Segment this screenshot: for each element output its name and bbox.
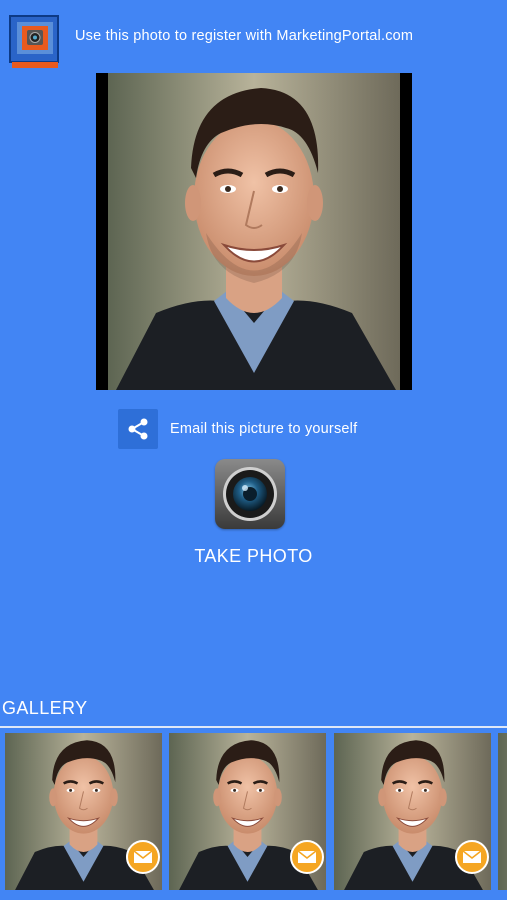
email-badge-button[interactable]	[126, 840, 160, 874]
take-photo-button[interactable]	[215, 459, 285, 529]
gallery-item[interactable]	[5, 733, 162, 890]
main-photo	[96, 73, 412, 390]
gallery-strip[interactable]	[0, 729, 507, 900]
gallery-divider	[0, 726, 507, 728]
mail-icon	[133, 850, 153, 864]
portrait-image	[96, 73, 412, 390]
gallery-title: GALLERY	[2, 698, 88, 718]
marketing-portal-logo-icon	[8, 14, 62, 70]
share-icon	[128, 418, 148, 440]
email-picture-action[interactable]: Email this picture to yourself	[118, 409, 357, 449]
mail-icon	[462, 850, 482, 864]
header-text: Use this photo to register with Marketin…	[75, 28, 414, 44]
email-badge-button[interactable]	[455, 840, 489, 874]
camera-lens-icon	[215, 459, 285, 529]
mail-icon	[297, 850, 317, 864]
gallery-item-partial[interactable]	[498, 733, 507, 890]
gallery-item[interactable]	[169, 733, 326, 890]
email-picture-label[interactable]: Email this picture to yourself	[170, 421, 357, 437]
take-photo-label[interactable]: TAKE PHOTO	[0, 546, 507, 567]
gallery-thumbnail	[498, 733, 507, 890]
gallery-item[interactable]	[334, 733, 491, 890]
email-badge-button[interactable]	[290, 840, 324, 874]
share-button[interactable]	[118, 409, 158, 449]
